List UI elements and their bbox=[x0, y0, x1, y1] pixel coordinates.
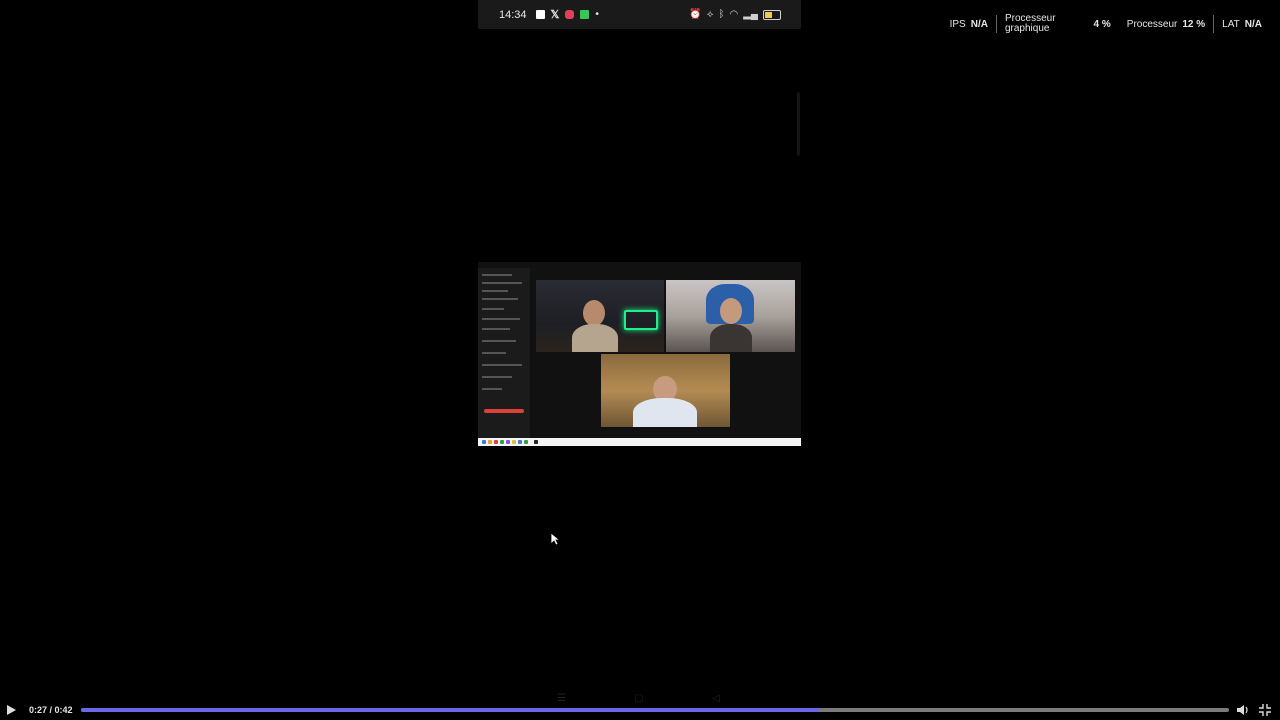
chat-highlight bbox=[484, 409, 524, 413]
gpu-label: Processeur graphique bbox=[1005, 14, 1056, 34]
ips-stat: IPS N/A bbox=[942, 15, 996, 33]
windows-taskbar bbox=[478, 438, 801, 446]
phone-scroll-indicator bbox=[797, 92, 800, 156]
signal-icon: ▂▄ bbox=[743, 9, 758, 20]
cpu-label: Processeur bbox=[1126, 18, 1178, 30]
x-app-icon: 𝕏 bbox=[550, 9, 560, 21]
lat-label: LAT bbox=[1222, 18, 1240, 30]
mouse-cursor-icon bbox=[550, 532, 560, 546]
performance-overlay: IPS N/A Processeur graphique 4 % Process… bbox=[942, 10, 1270, 38]
status-right-icons: ⏰ ⟡ ᛒ ◠ ▂▄ bbox=[689, 9, 781, 20]
gpu-stat: Processeur graphique 4 % bbox=[997, 14, 1119, 34]
gpu-value: 4 % bbox=[1093, 18, 1111, 30]
volume-icon[interactable] bbox=[1236, 704, 1250, 716]
notification-square-icon bbox=[535, 10, 545, 19]
participant-tile bbox=[601, 354, 730, 427]
exit-fullscreen-icon[interactable] bbox=[1259, 704, 1271, 716]
bluetooth-icon: ᛒ bbox=[718, 9, 725, 20]
cpu-value: 12 % bbox=[1182, 18, 1206, 30]
timecode: 0:27 / 0:42 bbox=[29, 705, 73, 715]
cpu-stat: Processeur 12 % bbox=[1119, 15, 1213, 33]
phone-status-bar: 14:34 𝕏 • ⏰ ⟡ ᛒ ◠ ▂▄ bbox=[478, 0, 801, 29]
battery-icon bbox=[763, 9, 781, 20]
progress-bar[interactable] bbox=[81, 708, 1229, 712]
neon-sign bbox=[624, 310, 658, 330]
video-controls: 0:27 / 0:42 bbox=[0, 700, 1280, 720]
chat-sidebar bbox=[478, 268, 530, 438]
alarm-icon: ⏰ bbox=[689, 9, 702, 20]
status-left-icons: 𝕏 • bbox=[535, 8, 599, 21]
wifi-icon: ◠ bbox=[729, 9, 739, 20]
red-app-icon bbox=[565, 10, 575, 19]
participant-tile bbox=[536, 280, 664, 352]
vibrate-icon: ⟡ bbox=[706, 9, 714, 20]
ips-value: N/A bbox=[970, 18, 988, 30]
video-call-screenshot bbox=[478, 262, 801, 446]
play-icon[interactable] bbox=[7, 705, 16, 715]
status-time: 14:34 bbox=[499, 8, 527, 21]
gpu-label-line2: graphique bbox=[1004, 23, 1050, 34]
lat-value: N/A bbox=[1244, 18, 1262, 30]
progress-fill bbox=[81, 708, 820, 712]
participant-tile bbox=[666, 280, 795, 352]
dot-icon: • bbox=[595, 9, 599, 20]
lat-stat: LAT N/A bbox=[1214, 15, 1270, 33]
ips-label: IPS bbox=[949, 18, 966, 30]
green-app-icon bbox=[580, 10, 590, 19]
